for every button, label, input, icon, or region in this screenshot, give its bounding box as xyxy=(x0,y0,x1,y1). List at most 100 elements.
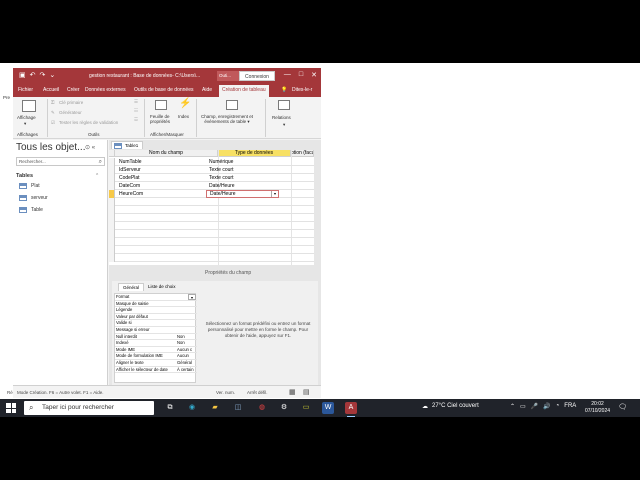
close-button[interactable]: ✕ xyxy=(311,71,317,79)
table-row[interactable]: NumTable Numérique xyxy=(109,158,314,166)
field-type[interactable]: Numérique xyxy=(209,159,233,165)
tab-outils-bdd[interactable]: Outils de base de données xyxy=(134,87,194,93)
task-view-icon[interactable]: ⧉ xyxy=(164,402,176,414)
property-value[interactable]: Non xyxy=(177,334,197,340)
property-row[interactable]: Afficher le sélecteur de date À certain xyxy=(115,367,197,374)
field-name[interactable]: IdServeur xyxy=(119,167,141,173)
store-icon[interactable]: ◫ xyxy=(232,402,244,414)
access-icon[interactable]: A xyxy=(345,402,357,417)
nav-item-plat[interactable]: Plat xyxy=(19,183,40,189)
row-selector[interactable] xyxy=(109,174,115,182)
volume-icon[interactable]: 🔊 xyxy=(543,403,550,410)
tab-table1[interactable]: Table1 xyxy=(111,141,144,149)
feuille-proprietes-button[interactable]: Feuille de propriétés xyxy=(150,114,170,124)
network-icon[interactable]: ▭ xyxy=(520,403,526,410)
index-button[interactable]: Index xyxy=(178,114,189,119)
table-row[interactable]: CodePlat Texte court xyxy=(109,174,314,182)
nav-title[interactable]: Tous les objet... xyxy=(16,142,85,153)
row-selector[interactable] xyxy=(109,190,115,198)
notification-icon[interactable]: 🗨 xyxy=(618,403,627,411)
field-name[interactable]: NumTable xyxy=(119,159,142,165)
field-type[interactable]: Texte court xyxy=(209,167,233,173)
chrome-icon[interactable]: ◍ xyxy=(256,402,268,414)
edge-icon[interactable]: ◉ xyxy=(186,402,198,414)
chevron-up-icon[interactable]: ⌃ xyxy=(95,173,99,179)
tester-regles-button[interactable]: Tester les règles de validation xyxy=(59,120,118,125)
property-sheet-icon[interactable] xyxy=(155,100,167,110)
property-row[interactable]: Format ▾ xyxy=(115,294,197,301)
champ-evenements-button[interactable]: Champ, enregistrement et événements de ta… xyxy=(201,114,253,125)
file-manager-icon[interactable]: ▭ xyxy=(300,402,312,414)
language-indicator[interactable]: FRA xyxy=(564,403,576,410)
minimize-button[interactable]: — xyxy=(284,71,291,79)
chevron-down-icon[interactable]: ▾ xyxy=(271,191,278,197)
row-selector[interactable] xyxy=(109,254,115,262)
property-row[interactable]: Mode de formulation IME Aucun xyxy=(115,353,197,360)
settings-gear-icon[interactable]: ⚙ xyxy=(278,402,290,414)
nav-item-table[interactable]: Table xyxy=(19,207,43,213)
row-selector[interactable] xyxy=(109,158,115,166)
chevron-up-icon[interactable]: ⌃ xyxy=(510,403,515,410)
delete-rows-icon[interactable]: ☷ xyxy=(134,108,138,114)
property-row[interactable]: Masque de saisie xyxy=(115,301,197,308)
field-type[interactable]: Date/Heure xyxy=(209,183,235,189)
relations-button[interactable]: Relations xyxy=(272,115,291,120)
row-selector[interactable] xyxy=(109,246,115,254)
row-selector[interactable] xyxy=(109,214,115,222)
tab-dites-le[interactable]: Dites-le-r xyxy=(292,87,312,93)
wifi-icon[interactable]: ◔ xyxy=(556,403,560,410)
tab-accueil[interactable]: Accueil xyxy=(43,87,59,93)
affichage-button[interactable]: Affichage xyxy=(17,115,36,120)
undo-icon[interactable]: ↶ xyxy=(30,71,36,80)
table-row[interactable] xyxy=(109,222,314,230)
field-name[interactable]: HeureCom xyxy=(119,191,143,197)
table-row-current[interactable]: HeureCom Date/Heure ▾ xyxy=(109,190,314,198)
lightning-icon[interactable]: ⚡ xyxy=(179,98,191,109)
table-row[interactable]: IdServeur Texte court xyxy=(109,166,314,174)
property-row[interactable]: Aligner le texte Général xyxy=(115,360,197,367)
tab-liste-choix[interactable]: Liste de choix xyxy=(144,283,180,291)
table-row[interactable] xyxy=(109,230,314,238)
weather-widget[interactable]: ☁ 27°C Ciel couvert xyxy=(422,403,479,410)
relations-icon[interactable] xyxy=(278,100,290,110)
nav-item-serveur[interactable]: serveur xyxy=(19,195,48,201)
tab-creer[interactable]: Créer xyxy=(67,87,80,93)
table-row[interactable] xyxy=(109,238,314,246)
property-value[interactable]: Général xyxy=(177,360,197,366)
modify-lookups-icon[interactable]: ☲ xyxy=(134,117,138,123)
maximize-button[interactable]: □ xyxy=(299,71,303,79)
row-selector[interactable] xyxy=(109,198,115,206)
property-row[interactable]: Null interdit Non xyxy=(115,334,197,341)
property-row[interactable]: Message si erreur xyxy=(115,327,197,334)
table-row[interactable] xyxy=(109,206,314,214)
nav-search-input[interactable]: Rechercher... ⌕ xyxy=(16,157,105,166)
table-row[interactable] xyxy=(109,214,314,222)
field-name[interactable]: DateCom xyxy=(119,183,140,189)
row-selector[interactable] xyxy=(109,238,115,246)
table-row[interactable] xyxy=(109,254,314,262)
cle-primaire-button[interactable]: Clé primaire xyxy=(59,100,83,105)
nav-category-tables[interactable]: Tables xyxy=(16,173,33,179)
insert-rows-icon[interactable]: ☰ xyxy=(134,99,138,105)
tab-aide[interactable]: Aide xyxy=(202,87,212,93)
nav-options-icons[interactable]: ⊙ « xyxy=(85,144,95,151)
chevron-down-icon[interactable]: ▾ xyxy=(188,294,196,300)
property-row[interactable]: Valide si xyxy=(115,320,197,327)
table-row[interactable] xyxy=(109,198,314,206)
row-selector[interactable] xyxy=(109,206,115,214)
microphone-icon[interactable]: 🎤 xyxy=(531,403,538,410)
table-events-icon[interactable] xyxy=(226,100,238,110)
chevron-down-icon[interactable]: ▾ xyxy=(283,122,285,128)
property-row[interactable]: Valeur par défaut xyxy=(115,314,197,321)
tab-fichier[interactable]: Fichier xyxy=(18,87,33,93)
generateur-button[interactable]: Générateur xyxy=(59,110,82,115)
row-selector[interactable] xyxy=(109,230,115,238)
tab-donnees-externes[interactable]: Données externes xyxy=(85,87,126,93)
property-value[interactable]: Non xyxy=(177,340,197,346)
property-row[interactable]: Légende xyxy=(115,307,197,314)
taskbar-search-input[interactable]: ⌕ Taper ici pour rechercher xyxy=(24,401,154,415)
row-selector[interactable] xyxy=(109,166,115,174)
data-type-select[interactable]: Date/Heure ▾ xyxy=(206,190,279,198)
row-selector[interactable] xyxy=(109,182,115,190)
redo-icon[interactable]: ↷ xyxy=(40,71,46,80)
